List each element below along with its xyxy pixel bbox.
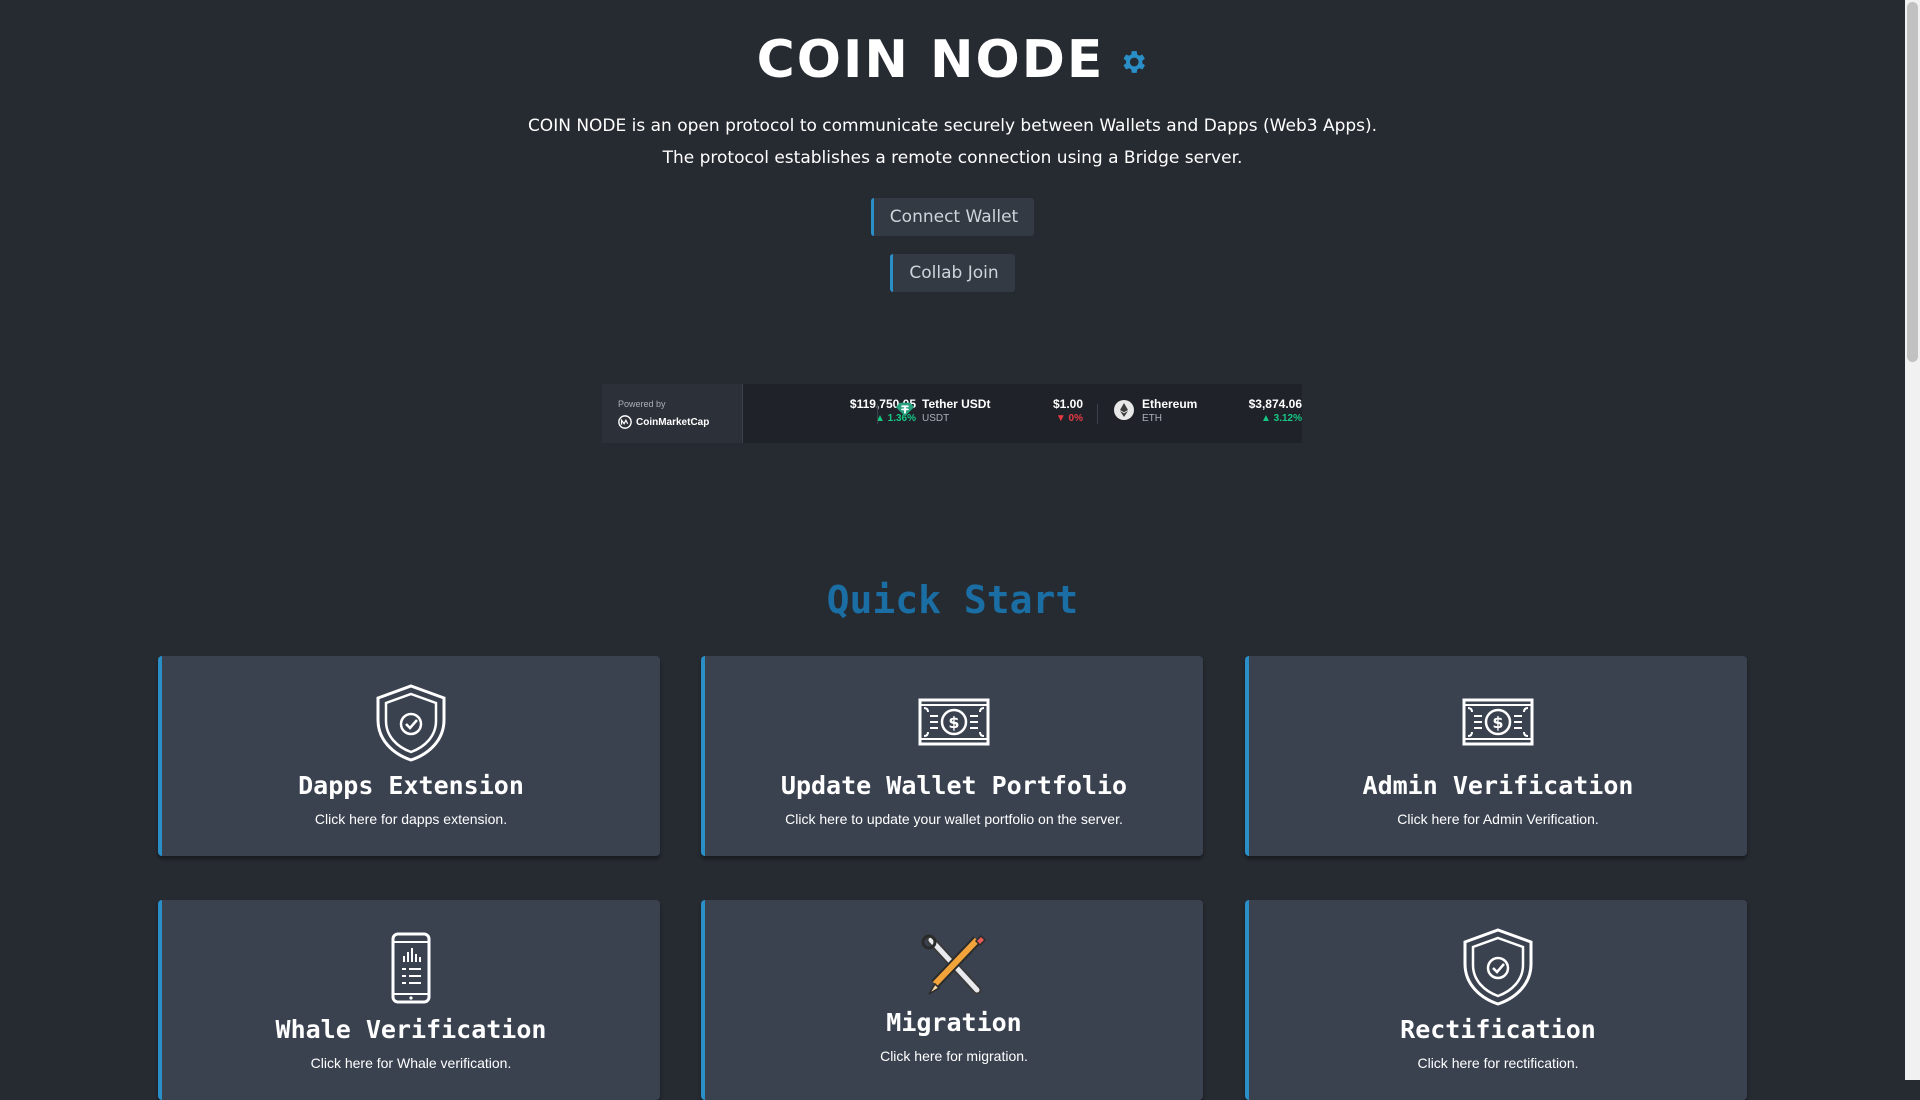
quick-start-title: Quick Start	[826, 578, 1079, 622]
shield-check-icon	[1463, 928, 1533, 1006]
vertical-scrollbar[interactable]	[1905, 0, 1920, 1080]
scrollbar-thumb[interactable]	[1907, 2, 1918, 362]
ticker-price: $3,874.06	[1248, 397, 1302, 411]
hero-header: COIN NODE COIN NODE is an open protocol …	[0, 30, 1905, 292]
banknote-icon: $	[918, 698, 990, 746]
tools-icon	[921, 934, 987, 995]
card-migration[interactable]: Migration Click here for migration.	[701, 900, 1203, 1100]
ticker-divider	[1097, 404, 1098, 424]
tether-icon	[896, 402, 914, 417]
ticker-price: $1.00	[1052, 397, 1083, 411]
description-line-1: COIN NODE is an open protocol to communi…	[527, 116, 1378, 136]
ticker-name: Tether USDt	[922, 397, 991, 411]
card-admin-verification[interactable]: $ Admin Verification Click here for Admi…	[1245, 656, 1747, 856]
collab-join-button[interactable]: Collab Join	[890, 254, 1015, 292]
card-description: Click here for Whale verification.	[310, 1055, 512, 1071]
card-update-wallet-portfolio[interactable]: $ Update Wallet Portfolio Click here to …	[701, 656, 1203, 856]
card-title: Dapps Extension	[298, 771, 524, 800]
card-description: Click here for migration.	[880, 1048, 1028, 1064]
title-row: COIN NODE	[0, 30, 1905, 90]
ethereum-icon	[1114, 400, 1134, 420]
card-title: Migration	[886, 1008, 1022, 1037]
ticker-item-ethereum[interactable]: Ethereum ETH $3,874.06 ▲ 3.12%	[1112, 397, 1302, 431]
card-dapps-extension[interactable]: Dapps Extension Click here for dapps ext…	[158, 656, 660, 856]
ticker-symbol: ETH	[1142, 413, 1162, 424]
connect-wallet-button[interactable]: Connect Wallet	[870, 198, 1035, 236]
card-rectification[interactable]: Rectification Click here for rectificati…	[1245, 900, 1747, 1100]
page-title: COIN NODE	[756, 30, 1105, 90]
card-title: Update Wallet Portfolio	[780, 771, 1128, 800]
ticker-change: ▲ 3.12%	[1260, 413, 1302, 424]
coinmarketcap-logo: CoinMarketCap	[618, 415, 709, 429]
card-title: Whale Verification	[275, 1015, 547, 1044]
shield-check-icon	[376, 684, 446, 762]
ticker-symbol: USDT	[922, 413, 950, 424]
card-title: Admin Verification	[1362, 771, 1634, 800]
ticker-change: ▼ 0%	[1055, 413, 1083, 424]
card-title: Rectification	[1400, 1015, 1596, 1044]
banknote-icon: $	[1462, 698, 1534, 746]
card-description: Click here for dapps extension.	[314, 811, 508, 827]
card-description: Click here to update your wallet portfol…	[785, 811, 1123, 827]
svg-text:$: $	[948, 713, 959, 732]
svg-text:$: $	[1492, 713, 1503, 732]
ticker-name: Ethereum	[1142, 397, 1198, 411]
card-whale-verification[interactable]: Whale Verification Click here for Whale …	[158, 900, 660, 1100]
description-line-2: The protocol establishes a remote connec…	[662, 148, 1243, 168]
card-description: Click here for rectification.	[1417, 1055, 1579, 1071]
coinmarketcap-brand: CoinMarketCap	[636, 416, 710, 428]
gear-icon	[1123, 51, 1146, 73]
price-ticker: n $119,750.05 ▲ 1.36% Tether USDt USDT $…	[602, 384, 1302, 443]
powered-by-badge[interactable]: Powered by CoinMarketCap	[602, 384, 743, 443]
coinmarketcap-icon	[618, 415, 632, 429]
powered-by-label: Powered by	[618, 399, 666, 409]
smartphone-icon	[391, 932, 431, 1004]
ticker-divider	[877, 404, 878, 424]
ticker-item-tether[interactable]: Tether USDt USDT $1.00 ▼ 0%	[892, 397, 1092, 431]
card-description: Click here for Admin Verification.	[1397, 811, 1599, 827]
